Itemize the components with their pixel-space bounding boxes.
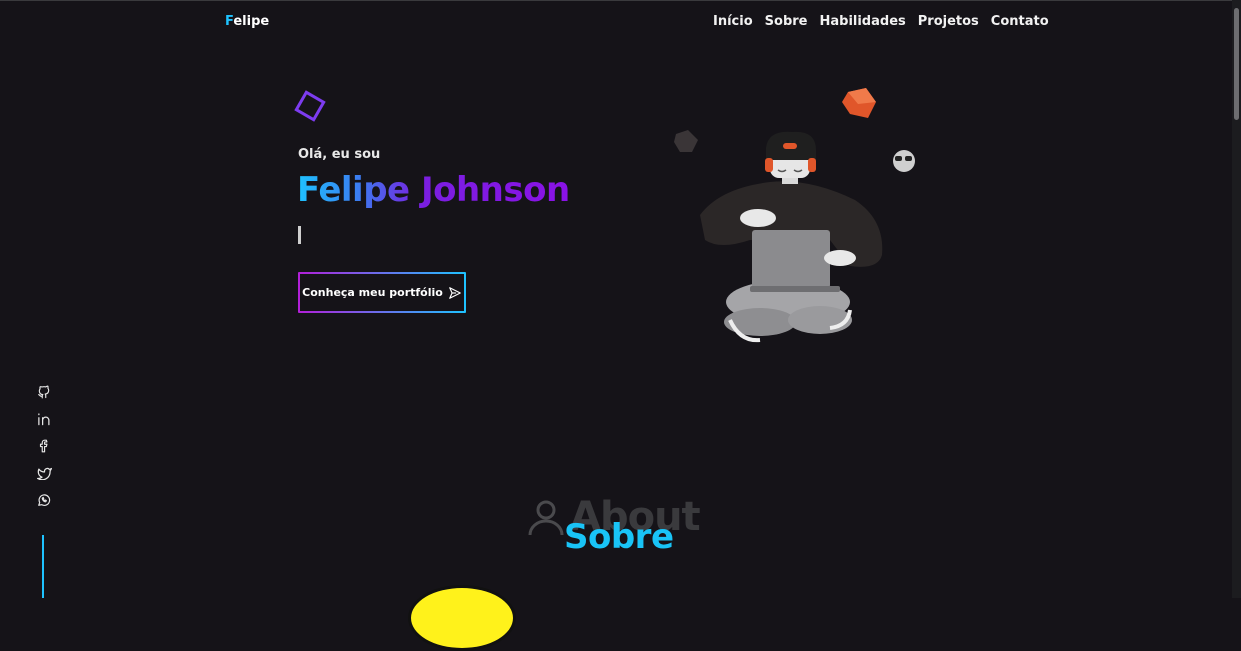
logo-rest: elipe <box>233 14 270 29</box>
portfolio-button-label: Conheça meu portfólio <box>302 286 443 299</box>
sunglasses-emoji-shape <box>893 150 915 172</box>
main-nav: Início Sobre Habilidades Projetos Contat… <box>713 14 1049 29</box>
nav-link-contato[interactable]: Contato <box>991 14 1049 29</box>
send-icon <box>448 286 461 299</box>
about-title: Sobre <box>564 517 674 557</box>
portfolio-button[interactable]: Conheça meu portfólio <box>298 272 466 313</box>
nav-link-habilidades[interactable]: Habilidades <box>819 14 905 29</box>
hero-illustration <box>674 88 915 343</box>
site-logo[interactable]: Felipe <box>225 14 269 29</box>
window-top-border <box>0 0 1241 1</box>
social-divider-line <box>42 535 44 598</box>
typing-cursor <box>298 226 301 244</box>
github-icon[interactable] <box>36 384 52 400</box>
user-icon <box>528 500 564 536</box>
twitter-icon[interactable] <box>36 465 52 481</box>
linkedin-icon[interactable] <box>36 411 52 427</box>
profile-avatar <box>408 585 516 651</box>
diamond-shape-icon <box>294 90 326 122</box>
hero-name: Felipe Johnson <box>297 170 570 210</box>
page-scrollbar[interactable] <box>1232 0 1241 598</box>
whatsapp-icon[interactable] <box>36 492 52 508</box>
nav-link-inicio[interactable]: Início <box>713 14 753 29</box>
nav-link-sobre[interactable]: Sobre <box>765 14 808 29</box>
scrollbar-thumb[interactable] <box>1234 8 1239 120</box>
facebook-icon[interactable] <box>36 438 52 454</box>
nav-link-projetos[interactable]: Projetos <box>918 14 979 29</box>
social-links <box>36 384 52 508</box>
dark-cube-shape <box>674 130 698 152</box>
hero-greeting: Olá, eu sou <box>298 147 381 162</box>
